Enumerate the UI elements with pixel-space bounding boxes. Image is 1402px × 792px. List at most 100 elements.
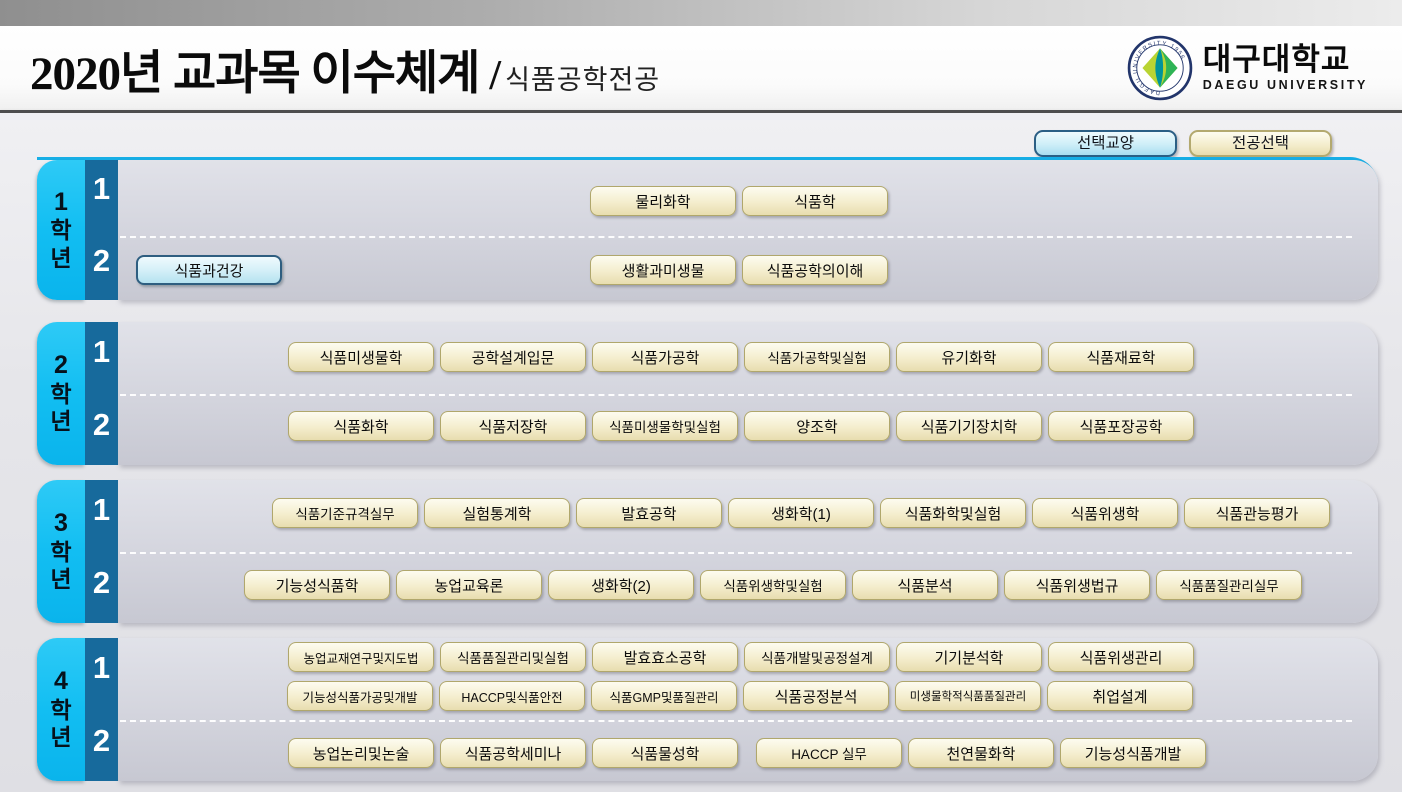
course-button[interactable]: 농업교육론 — [396, 570, 542, 600]
course-button[interactable]: 발효공학 — [576, 498, 722, 528]
semester-divider — [120, 720, 1352, 722]
course-button[interactable]: 공학설계입문 — [440, 342, 586, 372]
course-button[interactable]: 기기분석학 — [896, 642, 1042, 672]
year-1-panel: 물리화학식품학식품과건강 생활과미생물식품공학의이해 — [118, 160, 1378, 300]
year-tab-char: 2 — [54, 352, 68, 380]
course-button[interactable]: 천연물화학 — [908, 738, 1054, 768]
page-title: 2020년 교과목 이수체계/식품공학전공 — [30, 34, 660, 103]
course-row: 농업교재연구및지도법식품품질관리및실험발효효소공학식품개발및공정설계기기분석학식… — [288, 642, 1194, 672]
course-button[interactable]: 식품미생물학및실험 — [592, 411, 738, 441]
year-3-section: 3학년12식품기준규격실무실험통계학발효공학생화학(1)식품화학및실험식품위생학… — [37, 480, 1378, 623]
year-4-section: 4학년12농업교재연구및지도법식품품질관리및실험발효효소공학식품개발및공정설계기… — [37, 638, 1378, 781]
year-3-panel: 식품기준규격실무실험통계학발효공학생화학(1)식품화학및실험식품위생학식품관능평… — [118, 480, 1378, 623]
semester-2-number: 2 — [85, 407, 118, 443]
course-button[interactable]: 식품기기장치학 — [896, 411, 1042, 441]
slide: 2020년 교과목 이수체계/식품공학전공 DAEGU UNIVERSITY 1… — [0, 0, 1402, 792]
university-logo: DAEGU UNIVERSITY 1956 대구대학교 DAEGU UNIVER… — [1127, 35, 1368, 101]
course-button[interactable]: 농업논리및논술 — [288, 738, 434, 768]
course-button[interactable]: 미생물학적식품품질관리 — [895, 681, 1041, 711]
course-button[interactable]: 식품품질관리실무 — [1156, 570, 1302, 600]
logo-korean-name: 대구대학교 — [1203, 44, 1368, 77]
semester-column: 12 — [85, 480, 118, 623]
course-button[interactable]: 식품위생학 — [1032, 498, 1178, 528]
course-button[interactable]: 식품포장공학 — [1048, 411, 1194, 441]
course-button[interactable]: 식품기준규격실무 — [272, 498, 418, 528]
legend-major-elective-button[interactable]: 전공선택 — [1189, 130, 1332, 157]
year-tab-char: 년 — [50, 408, 71, 434]
year-tab-char: 3 — [54, 510, 68, 538]
course-button[interactable]: 식품저장학 — [440, 411, 586, 441]
course-button[interactable]: 기능성식품학 — [244, 570, 390, 600]
course-button[interactable]: 식품물성학 — [592, 738, 738, 768]
course-row: 기능성식품가공및개발HACCP및식품안전식품GMP및품질관리식품공정분석미생물학… — [287, 681, 1193, 711]
course-row: 기능성식품학농업교육론생화학(2)식품위생학및실험식품분석식품위생법규식품품질관… — [244, 570, 1302, 600]
year-4-panel: 농업교재연구및지도법식품품질관리및실험발효효소공학식품개발및공정설계기기분석학식… — [118, 638, 1378, 781]
course-button[interactable]: 생활과미생물 — [590, 255, 736, 285]
year-tab-char: 년 — [50, 566, 71, 592]
course-button[interactable]: 기능성식품개발 — [1060, 738, 1206, 768]
year-tab-char: 학 — [50, 381, 71, 407]
course-button[interactable]: 식품분석 — [852, 570, 998, 600]
course-button[interactable]: 식품공정분석 — [743, 681, 889, 711]
course-button[interactable]: 식품GMP및품질관리 — [591, 681, 737, 711]
course-button[interactable]: 식품품질관리및실험 — [440, 642, 586, 672]
course-button[interactable]: 농업교재연구및지도법 — [288, 642, 434, 672]
year-tab-char: 년 — [50, 724, 71, 750]
course-button[interactable]: 식품화학 — [288, 411, 434, 441]
year-4-tab: 4학년 — [37, 638, 85, 781]
course-button[interactable]: 식품공학의이해 — [742, 255, 888, 285]
course-button[interactable]: 식품과건강 — [136, 255, 282, 285]
course-button[interactable]: 유기화학 — [896, 342, 1042, 372]
university-seal-icon: DAEGU UNIVERSITY 1956 — [1127, 35, 1193, 101]
course-button[interactable]: 식품가공학및실험 — [744, 342, 890, 372]
semester-column: 12 — [85, 638, 118, 781]
year-tab-char: 년 — [50, 245, 71, 271]
year-tab-char: 학 — [50, 697, 71, 723]
course-button[interactable]: 양조학 — [744, 411, 890, 441]
year-1-section: 1학년12물리화학식품학식품과건강생활과미생물식품공학의이해 — [37, 157, 1378, 300]
header: 2020년 교과목 이수체계/식품공학전공 DAEGU UNIVERSITY 1… — [0, 26, 1402, 110]
semester-1-number: 1 — [85, 171, 118, 207]
title-subtitle: 식품공학전공 — [505, 65, 660, 95]
course-button[interactable]: 실험통계학 — [424, 498, 570, 528]
course-button[interactable]: 식품위생관리 — [1048, 642, 1194, 672]
year-tab-char: 4 — [54, 668, 68, 696]
course-row: 식품과건강 생활과미생물식품공학의이해 — [136, 255, 888, 285]
top-bar — [0, 0, 1402, 26]
course-row: 식품미생물학공학설계입문식품가공학식품가공학및실험유기화학식품재료학 — [288, 342, 1194, 372]
course-row: 농업논리및논술식품공학세미나식품물성학 HACCP 실무천연물화학기능성식품개발 — [288, 738, 1206, 768]
course-button[interactable]: 식품위생학및실험 — [700, 570, 846, 600]
semester-divider — [120, 552, 1352, 554]
title-slash: / — [489, 53, 501, 99]
course-button[interactable]: 생화학(1) — [728, 498, 874, 528]
year-tab-char: 1 — [54, 189, 68, 217]
course-row: 식품화학식품저장학식품미생물학및실험양조학식품기기장치학식품포장공학 — [288, 411, 1194, 441]
course-button[interactable]: HACCP 실무 — [756, 738, 902, 768]
course-button[interactable]: 식품관능평가 — [1184, 498, 1330, 528]
semester-2-number: 2 — [85, 565, 118, 601]
semester-1-number: 1 — [85, 650, 118, 686]
course-button[interactable]: 식품개발및공정설계 — [744, 642, 890, 672]
course-button[interactable]: 취업설계 — [1047, 681, 1193, 711]
course-button[interactable]: 식품재료학 — [1048, 342, 1194, 372]
course-button[interactable]: 기능성식품가공및개발 — [287, 681, 433, 711]
semester-column: 12 — [85, 160, 118, 300]
course-button[interactable]: 식품위생법규 — [1004, 570, 1150, 600]
logo-wordmark: 대구대학교 DAEGU UNIVERSITY — [1203, 44, 1368, 93]
course-button[interactable]: 물리화학 — [590, 186, 736, 216]
course-button[interactable]: HACCP및식품안전 — [439, 681, 585, 711]
course-row: 물리화학식품학 — [590, 186, 888, 216]
curriculum-area: 선택교양전공선택 1학년12물리화학식품학식품과건강생활과미생물식품공학의이해2… — [0, 113, 1402, 792]
semester-divider — [120, 236, 1352, 238]
course-button[interactable]: 식품미생물학 — [288, 342, 434, 372]
semester-1-number: 1 — [85, 334, 118, 370]
semester-divider — [120, 394, 1352, 396]
course-button[interactable]: 식품가공학 — [592, 342, 738, 372]
course-button[interactable]: 발효효소공학 — [592, 642, 738, 672]
course-button[interactable]: 식품화학및실험 — [880, 498, 1026, 528]
course-button[interactable]: 식품공학세미나 — [440, 738, 586, 768]
year-3-tab: 3학년 — [37, 480, 85, 623]
course-button[interactable]: 생화학(2) — [548, 570, 694, 600]
legend-elective-general-button[interactable]: 선택교양 — [1034, 130, 1177, 157]
course-button[interactable]: 식품학 — [742, 186, 888, 216]
